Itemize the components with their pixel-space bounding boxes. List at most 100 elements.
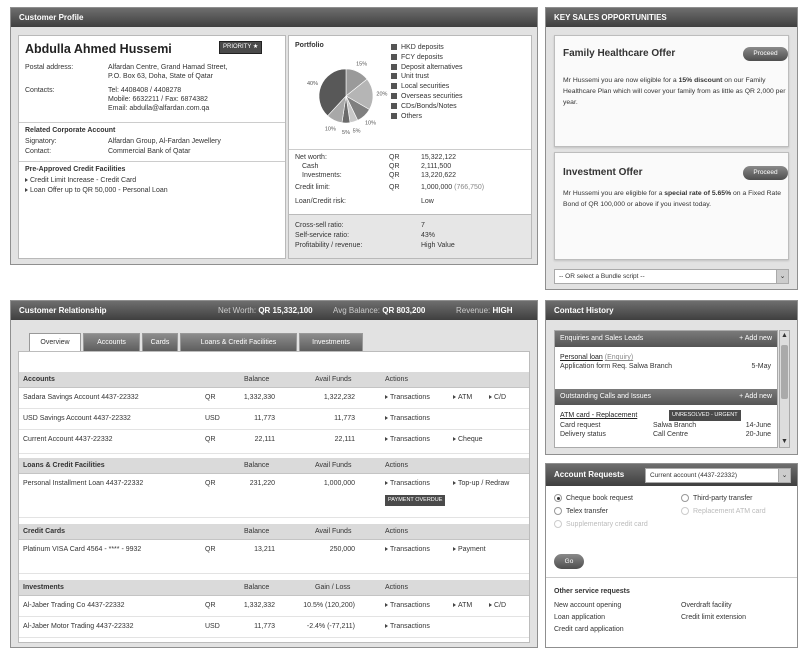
issue-item[interactable]: ATM card - Replacement xyxy=(560,412,637,419)
replacement-atm-label: Replacement ATM card xyxy=(693,508,766,515)
history-scrollbar[interactable]: ▲ ▼ xyxy=(779,330,790,448)
customer-name: Abdulla Ahmed Hussemi xyxy=(25,42,172,56)
portfolio-legend: HKD deposits FCY deposits Deposit alternat… xyxy=(391,44,531,154)
payment-link[interactable]: Payment xyxy=(453,546,486,553)
telephone: Tel: 4408408 / 4408278 xyxy=(108,87,182,94)
signatory-label: Signatory: xyxy=(25,138,57,145)
issue-row-1-channel: Salwa Branch xyxy=(653,422,697,429)
preapproved-item-1[interactable]: Credit Limit Increase - Credit Card xyxy=(25,177,136,184)
email: Email: abdulla@alfardan.com.qa xyxy=(108,105,210,112)
topup-link[interactable]: Top-up / Redraw xyxy=(453,480,509,487)
portfolio-title: Portfolio xyxy=(295,42,324,49)
pie-slice-label: 15% xyxy=(356,62,367,68)
scroll-down-icon[interactable]: ▼ xyxy=(780,437,789,447)
pie-slice-label: 20% xyxy=(376,91,387,97)
preapproved-title: Pre-Approved Credit Facilities xyxy=(25,166,126,173)
loan-risk-value: Low xyxy=(421,198,434,205)
pie-slice-label: 10% xyxy=(365,120,376,126)
accounts-header: Accounts Balance Avail Funds Actions xyxy=(19,372,529,388)
tab-investments[interactable]: Investments xyxy=(299,333,363,351)
supplementary-card-radio xyxy=(554,520,562,528)
networth-label: Net worth: xyxy=(295,154,327,161)
telex-radio[interactable] xyxy=(554,507,562,515)
customer-profile-panel: Customer Profile Abdulla Ahmed Hussemi P… xyxy=(10,7,538,265)
cur-credit: QR xyxy=(389,184,400,191)
contact-label: Contact: xyxy=(25,148,52,155)
transactions-link[interactable]: Transactions xyxy=(385,546,430,553)
legend-item: CDs/Bonds/Notes xyxy=(391,102,457,110)
cheque-book-radio[interactable] xyxy=(554,494,562,502)
tab-cards[interactable]: Cards xyxy=(142,333,178,351)
bundle-script-select[interactable]: -- OR select a Bundle script -- ⌄ xyxy=(554,269,789,284)
third-party-label: Third-party transfer xyxy=(693,495,753,502)
cards-header: Credit Cards Balance Avail Funds Actions xyxy=(19,524,529,540)
transactions-link[interactable]: Transactions xyxy=(385,436,430,443)
transactions-link[interactable]: Transactions xyxy=(385,480,430,487)
loan-application-link[interactable]: Loan application xyxy=(554,614,605,621)
new-account-link[interactable]: New account opening xyxy=(554,602,621,609)
payment-overdue-badge: PAYMENT OVERDUE xyxy=(385,495,446,506)
transactions-link[interactable]: Transactions xyxy=(385,394,430,401)
legend-swatch xyxy=(391,112,397,119)
preapproved-item-2[interactable]: Loan Offer up to QR 50,000 - Personal Lo… xyxy=(25,187,168,194)
postal-line-1: Alfardan Centre, Grand Hamad Street, xyxy=(108,64,228,71)
pie-slice-label: 40% xyxy=(307,81,318,87)
table-row: Sadara Savings Account 4437-22332 QR 1,33… xyxy=(19,388,529,409)
cd-link[interactable]: C/D xyxy=(489,394,506,401)
legend-item: Others xyxy=(391,112,422,120)
history-list: Enquiries and Sales Leads + Add new Pers… xyxy=(554,330,778,448)
cross-sell-value: 7 xyxy=(421,222,425,229)
revenue-summary: Revenue: HIGH xyxy=(456,306,513,315)
tab-accounts[interactable]: Accounts xyxy=(83,333,140,351)
self-service-value: 43% xyxy=(421,232,436,239)
legend-swatch xyxy=(391,44,397,50)
legend-item: Unit trust xyxy=(391,73,429,80)
legend-item: Local securities xyxy=(391,83,449,90)
offer-2-proceed-button[interactable]: Proceed xyxy=(743,166,788,180)
offer-1-title: Family Healthcare Offer xyxy=(563,48,676,59)
enquiry-item[interactable]: Personal loan (Enquiry) xyxy=(560,354,633,361)
transactions-link[interactable]: Transactions xyxy=(385,415,430,422)
credit-limit-link[interactable]: Credit limit extension xyxy=(681,614,746,621)
atm-link[interactable]: ATM xyxy=(453,394,472,401)
cash-value: 2,111,500 xyxy=(421,163,452,170)
legend-swatch xyxy=(391,102,397,109)
overview-table: Accounts Balance Avail Funds Actions Sad… xyxy=(18,351,530,643)
enquiry-desc: Application form Req. Salwa Branch xyxy=(560,363,673,370)
customer-details-card: Abdulla Ahmed Hussemi PRIORITY ★ Postal … xyxy=(18,35,286,259)
self-service-label: Self-service ratio: xyxy=(295,232,350,239)
legend-item: Deposit alternatives xyxy=(391,63,462,71)
enquiry-date: 5-May xyxy=(751,363,771,370)
transactions-link[interactable]: Transactions xyxy=(385,623,430,630)
table-row: Platinum VISA Card 4564 - **** - 9932 QR … xyxy=(19,540,529,574)
atm-link[interactable]: ATM xyxy=(453,602,472,609)
legend-item: HKD deposits xyxy=(391,44,444,51)
credit-card-application-link[interactable]: Credit card application xyxy=(554,626,624,633)
legend-swatch xyxy=(391,53,397,60)
offer-2-text: Mr Hussemi you are eligible for a specia… xyxy=(563,190,781,208)
chevron-down-icon: ⌄ xyxy=(776,270,788,283)
cheque-link[interactable]: Cheque xyxy=(453,436,483,443)
go-button[interactable]: Go xyxy=(554,554,584,569)
transactions-link[interactable]: Transactions xyxy=(385,602,430,609)
issue-row-2-channel: Call Centre xyxy=(653,431,689,438)
account-requests-header: Account Requests Current account (4437-2… xyxy=(546,464,797,486)
signatory-value: Alfardan Group, Al-Fardan Jewellery xyxy=(108,138,221,145)
offer-2-title: Investment Offer xyxy=(563,167,643,178)
tab-overview[interactable]: Overview xyxy=(29,333,81,352)
overdraft-link[interactable]: Overdraft facility xyxy=(681,602,732,609)
account-select[interactable]: Current account (4437-22332) ⌄ xyxy=(645,468,791,483)
legend-swatch xyxy=(391,93,397,99)
cd-link[interactable]: C/D xyxy=(489,602,506,609)
add-issue-button[interactable]: + Add new xyxy=(739,389,772,405)
scroll-up-icon[interactable]: ▲ xyxy=(780,331,789,341)
third-party-radio[interactable] xyxy=(681,494,689,502)
scroll-thumb[interactable] xyxy=(781,345,788,399)
tab-loans[interactable]: Loans & Credit Facilities xyxy=(180,333,297,351)
credit-limit-label: Credit limit: xyxy=(295,184,331,191)
cur-cash: QR xyxy=(389,163,400,170)
customer-profile-header: Customer Profile xyxy=(11,8,537,27)
offer-1-proceed-button[interactable]: Proceed xyxy=(743,47,788,61)
add-enquiry-button[interactable]: + Add new xyxy=(739,331,772,347)
postal-label: Postal address: xyxy=(25,64,74,71)
